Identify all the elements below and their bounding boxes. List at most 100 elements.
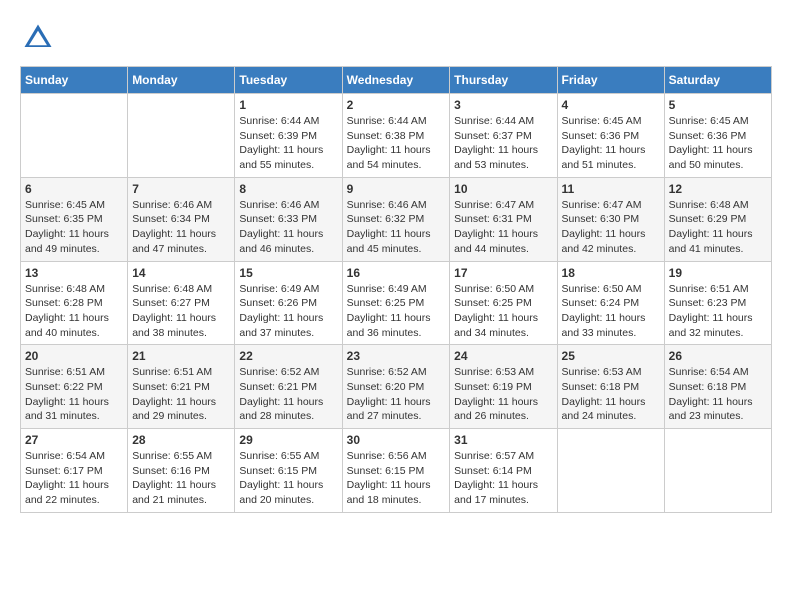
day-number: 2 xyxy=(347,98,446,112)
day-number: 19 xyxy=(669,266,767,280)
day-number: 15 xyxy=(239,266,337,280)
day-info: Sunrise: 6:55 AM Sunset: 6:16 PM Dayligh… xyxy=(132,449,230,508)
column-header-thursday: Thursday xyxy=(450,67,557,94)
day-info: Sunrise: 6:45 AM Sunset: 6:35 PM Dayligh… xyxy=(25,198,123,257)
calendar-cell: 30 Sunrise: 6:56 AM Sunset: 6:15 PM Dayli… xyxy=(342,429,450,513)
calendar-cell: 23 Sunrise: 6:52 AM Sunset: 6:20 PM Dayli… xyxy=(342,345,450,429)
calendar-cell: 14 Sunrise: 6:48 AM Sunset: 6:27 PM Dayli… xyxy=(128,261,235,345)
calendar-cell xyxy=(557,429,664,513)
day-number: 17 xyxy=(454,266,552,280)
day-info: Sunrise: 6:44 AM Sunset: 6:38 PM Dayligh… xyxy=(347,114,446,173)
day-number: 12 xyxy=(669,182,767,196)
calendar-cell: 15 Sunrise: 6:49 AM Sunset: 6:26 PM Dayli… xyxy=(235,261,342,345)
calendar-cell: 22 Sunrise: 6:52 AM Sunset: 6:21 PM Dayli… xyxy=(235,345,342,429)
calendar-week-row: 1 Sunrise: 6:44 AM Sunset: 6:39 PM Daylig… xyxy=(21,94,772,178)
day-info: Sunrise: 6:54 AM Sunset: 6:17 PM Dayligh… xyxy=(25,449,123,508)
calendar-cell: 13Sunrise: 6:48 AM Sunset: 6:28 PM Dayli… xyxy=(21,261,128,345)
day-info: Sunrise: 6:53 AM Sunset: 6:19 PM Dayligh… xyxy=(454,365,552,424)
column-header-wednesday: Wednesday xyxy=(342,67,450,94)
calendar-cell: 31Sunrise: 6:57 AM Sunset: 6:14 PM Dayli… xyxy=(450,429,557,513)
day-info: Sunrise: 6:56 AM Sunset: 6:15 PM Dayligh… xyxy=(347,449,446,508)
calendar-header-row: SundayMondayTuesdayWednesdayThursdayFrid… xyxy=(21,67,772,94)
day-number: 29 xyxy=(239,433,337,447)
calendar-cell: 7 Sunrise: 6:46 AM Sunset: 6:34 PM Daylig… xyxy=(128,177,235,261)
day-info: Sunrise: 6:44 AM Sunset: 6:39 PM Dayligh… xyxy=(239,114,337,173)
day-number: 14 xyxy=(132,266,230,280)
calendar-cell: 2 Sunrise: 6:44 AM Sunset: 6:38 PM Daylig… xyxy=(342,94,450,178)
day-number: 4 xyxy=(562,98,660,112)
logo xyxy=(20,20,60,56)
day-info: Sunrise: 6:46 AM Sunset: 6:34 PM Dayligh… xyxy=(132,198,230,257)
calendar-cell xyxy=(21,94,128,178)
day-number: 22 xyxy=(239,349,337,363)
day-info: Sunrise: 6:53 AM Sunset: 6:18 PM Dayligh… xyxy=(562,365,660,424)
day-info: Sunrise: 6:46 AM Sunset: 6:32 PM Dayligh… xyxy=(347,198,446,257)
day-info: Sunrise: 6:51 AM Sunset: 6:22 PM Dayligh… xyxy=(25,365,123,424)
calendar-cell: 24 Sunrise: 6:53 AM Sunset: 6:19 PM Dayli… xyxy=(450,345,557,429)
calendar-cell: 17 Sunrise: 6:50 AM Sunset: 6:25 PM Dayli… xyxy=(450,261,557,345)
day-info: Sunrise: 6:50 AM Sunset: 6:24 PM Dayligh… xyxy=(562,282,660,341)
day-info: Sunrise: 6:46 AM Sunset: 6:33 PM Dayligh… xyxy=(239,198,337,257)
day-info: Sunrise: 6:51 AM Sunset: 6:23 PM Dayligh… xyxy=(669,282,767,341)
day-number: 13 xyxy=(25,266,123,280)
column-header-saturday: Saturday xyxy=(664,67,771,94)
calendar-cell: 5 Sunrise: 6:45 AM Sunset: 6:36 PM Daylig… xyxy=(664,94,771,178)
day-number: 25 xyxy=(562,349,660,363)
calendar-cell: 6 Sunrise: 6:45 AM Sunset: 6:35 PM Daylig… xyxy=(21,177,128,261)
day-number: 18 xyxy=(562,266,660,280)
day-info: Sunrise: 6:45 AM Sunset: 6:36 PM Dayligh… xyxy=(669,114,767,173)
day-info: Sunrise: 6:48 AM Sunset: 6:27 PM Dayligh… xyxy=(132,282,230,341)
column-header-sunday: Sunday xyxy=(21,67,128,94)
calendar-cell: 28 Sunrise: 6:55 AM Sunset: 6:16 PM Dayli… xyxy=(128,429,235,513)
logo-icon xyxy=(20,20,56,56)
day-number: 26 xyxy=(669,349,767,363)
day-number: 24 xyxy=(454,349,552,363)
day-number: 10 xyxy=(454,182,552,196)
day-number: 9 xyxy=(347,182,446,196)
calendar-cell: 21Sunrise: 6:51 AM Sunset: 6:21 PM Dayli… xyxy=(128,345,235,429)
day-number: 16 xyxy=(347,266,446,280)
calendar-cell: 12 Sunrise: 6:48 AM Sunset: 6:29 PM Dayli… xyxy=(664,177,771,261)
day-info: Sunrise: 6:52 AM Sunset: 6:21 PM Dayligh… xyxy=(239,365,337,424)
day-number: 11 xyxy=(562,182,660,196)
day-number: 31 xyxy=(454,433,552,447)
day-number: 6 xyxy=(25,182,123,196)
column-header-friday: Friday xyxy=(557,67,664,94)
day-number: 5 xyxy=(669,98,767,112)
day-info: Sunrise: 6:52 AM Sunset: 6:20 PM Dayligh… xyxy=(347,365,446,424)
calendar-table: SundayMondayTuesdayWednesdayThursdayFrid… xyxy=(20,66,772,513)
calendar-cell: 18 Sunrise: 6:50 AM Sunset: 6:24 PM Dayli… xyxy=(557,261,664,345)
calendar-cell: 29 Sunrise: 6:55 AM Sunset: 6:15 PM Dayli… xyxy=(235,429,342,513)
calendar-cell xyxy=(128,94,235,178)
day-info: Sunrise: 6:55 AM Sunset: 6:15 PM Dayligh… xyxy=(239,449,337,508)
calendar-cell: 9 Sunrise: 6:46 AM Sunset: 6:32 PM Daylig… xyxy=(342,177,450,261)
calendar-cell: 19 Sunrise: 6:51 AM Sunset: 6:23 PM Dayli… xyxy=(664,261,771,345)
day-number: 7 xyxy=(132,182,230,196)
page-header xyxy=(20,20,772,56)
day-info: Sunrise: 6:54 AM Sunset: 6:18 PM Dayligh… xyxy=(669,365,767,424)
day-number: 8 xyxy=(239,182,337,196)
day-info: Sunrise: 6:51 AM Sunset: 6:21 PM Dayligh… xyxy=(132,365,230,424)
calendar-cell: 10 Sunrise: 6:47 AM Sunset: 6:31 PM Dayli… xyxy=(450,177,557,261)
calendar-cell: 1 Sunrise: 6:44 AM Sunset: 6:39 PM Daylig… xyxy=(235,94,342,178)
calendar-cell: 20 Sunrise: 6:51 AM Sunset: 6:22 PM Dayli… xyxy=(21,345,128,429)
day-info: Sunrise: 6:50 AM Sunset: 6:25 PM Dayligh… xyxy=(454,282,552,341)
calendar-cell: 11 Sunrise: 6:47 AM Sunset: 6:30 PM Dayli… xyxy=(557,177,664,261)
day-number: 28 xyxy=(132,433,230,447)
day-number: 30 xyxy=(347,433,446,447)
day-info: Sunrise: 6:49 AM Sunset: 6:26 PM Dayligh… xyxy=(239,282,337,341)
day-number: 1 xyxy=(239,98,337,112)
column-header-tuesday: Tuesday xyxy=(235,67,342,94)
day-number: 20 xyxy=(25,349,123,363)
day-info: Sunrise: 6:47 AM Sunset: 6:31 PM Dayligh… xyxy=(454,198,552,257)
calendar-week-row: 20 Sunrise: 6:51 AM Sunset: 6:22 PM Dayli… xyxy=(21,345,772,429)
day-number: 23 xyxy=(347,349,446,363)
day-number: 3 xyxy=(454,98,552,112)
day-number: 27 xyxy=(25,433,123,447)
calendar-cell: 8 Sunrise: 6:46 AM Sunset: 6:33 PM Daylig… xyxy=(235,177,342,261)
day-info: Sunrise: 6:47 AM Sunset: 6:30 PM Dayligh… xyxy=(562,198,660,257)
calendar-cell: 25 Sunrise: 6:53 AM Sunset: 6:18 PM Dayli… xyxy=(557,345,664,429)
day-info: Sunrise: 6:48 AM Sunset: 6:29 PM Dayligh… xyxy=(669,198,767,257)
calendar-week-row: 13Sunrise: 6:48 AM Sunset: 6:28 PM Dayli… xyxy=(21,261,772,345)
calendar-cell: 3Sunrise: 6:44 AM Sunset: 6:37 PM Daylig… xyxy=(450,94,557,178)
